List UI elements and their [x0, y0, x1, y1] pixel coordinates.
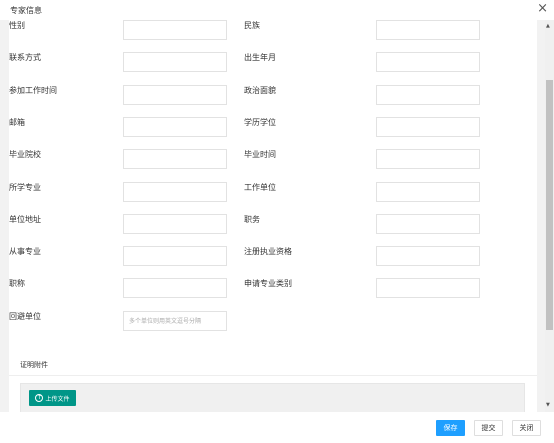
- field-label-box: 民族: [244, 20, 349, 40]
- scrollbar-thumb[interactable]: [546, 80, 553, 330]
- field-input[interactable]: [123, 20, 227, 40]
- attachments-section: 证明附件 ↑ 上传文件: [9, 347, 537, 412]
- attachments-title: 证明附件: [20, 361, 48, 369]
- expert-info-form: 性别联系方式参加工作时间邮箱毕业院校所学专业单位地址从事专业职称回避单位 民族出生…: [9, 20, 537, 360]
- field-input[interactable]: [123, 278, 227, 298]
- field-label: 出生年月: [244, 53, 276, 62]
- field-label-box: 邮箱: [9, 117, 114, 137]
- field-label-box: 申请专业类别: [244, 278, 349, 298]
- field-label: 联系方式: [9, 53, 41, 62]
- field-input[interactable]: [123, 182, 227, 202]
- field-input[interactable]: [376, 246, 480, 266]
- dialog-title: 专家信息: [10, 6, 42, 15]
- field-label: 性别: [9, 21, 25, 30]
- field-label-box: 毕业院校: [9, 149, 114, 169]
- dialog-titlebar: 专家信息 ×: [0, 0, 554, 20]
- field-label-box: 回避单位: [9, 311, 114, 331]
- field-label: 参加工作时间: [9, 86, 57, 95]
- field-input[interactable]: [376, 149, 480, 169]
- field-label: 职务: [244, 215, 260, 224]
- vertical-scrollbar[interactable]: ▲ ▼: [545, 20, 554, 412]
- field-input[interactable]: [376, 117, 480, 137]
- field-label-box: 注册执业资格: [244, 246, 349, 266]
- field-label: 职称: [9, 279, 25, 288]
- scroll-down-icon[interactable]: ▼: [546, 403, 550, 408]
- field-label: 毕业院校: [9, 150, 41, 159]
- upload-arrow-icon: ↑: [35, 394, 44, 402]
- field-input[interactable]: [123, 85, 227, 105]
- field-input[interactable]: [376, 182, 480, 202]
- field-input[interactable]: [376, 52, 480, 72]
- field-label-box: 性别: [9, 20, 114, 40]
- field-label-box: 所学专业: [9, 182, 114, 202]
- field-label: 注册执业资格: [244, 247, 292, 256]
- field-label-box: 单位地址: [9, 214, 114, 234]
- field-input[interactable]: [123, 246, 227, 266]
- scroll-up-icon[interactable]: ▲: [546, 24, 550, 29]
- close-icon[interactable]: ×: [537, 1, 548, 17]
- field-label-box: 政治面貌: [244, 85, 349, 105]
- section-divider: [9, 375, 537, 376]
- field-input[interactable]: [123, 214, 227, 234]
- field-label: 学历学位: [244, 118, 276, 127]
- field-label-box: 职务: [244, 214, 349, 234]
- save-button[interactable]: 保存: [436, 420, 465, 436]
- field-label-box: 参加工作时间: [9, 85, 114, 105]
- upload-button-label: 上传文件: [45, 395, 70, 403]
- dialog-content: 性别联系方式参加工作时间邮箱毕业院校所学专业单位地址从事专业职称回避单位 民族出生…: [0, 20, 545, 412]
- field-input[interactable]: [123, 117, 227, 137]
- field-input[interactable]: [376, 85, 480, 105]
- field-label: 毕业时间: [244, 150, 276, 159]
- field-label: 政治面貌: [244, 86, 276, 95]
- upload-file-button[interactable]: ↑ 上传文件: [29, 390, 76, 406]
- field-label: 回避单位: [9, 312, 41, 321]
- field-input[interactable]: [376, 20, 480, 40]
- field-input[interactable]: [123, 52, 227, 72]
- field-input[interactable]: [123, 149, 227, 169]
- field-input[interactable]: [376, 214, 480, 234]
- field-label-box: 工作单位: [244, 182, 349, 202]
- submit-button[interactable]: 提交: [474, 420, 503, 436]
- field-label-box: 毕业时间: [244, 149, 349, 169]
- field-label-box: 职称: [9, 278, 114, 298]
- field-label-box: 联系方式: [9, 52, 114, 72]
- field-label-box: 学历学位: [244, 117, 349, 137]
- close-button[interactable]: 关闭: [512, 420, 541, 436]
- field-label: 从事专业: [9, 247, 41, 256]
- field-label: 单位地址: [9, 215, 41, 224]
- field-label-box: 从事专业: [9, 246, 114, 266]
- field-input[interactable]: [123, 311, 227, 331]
- upload-area: ↑ 上传文件: [20, 383, 525, 412]
- dialog-footer: 保存 提交 关闭: [0, 412, 554, 443]
- field-label: 邮箱: [9, 118, 25, 127]
- field-label: 工作单位: [244, 183, 276, 192]
- field-label: 民族: [244, 21, 260, 30]
- field-label: 所学专业: [9, 183, 41, 192]
- field-input[interactable]: [376, 278, 480, 298]
- field-label: 申请专业类别: [244, 279, 292, 288]
- field-label-box: 出生年月: [244, 52, 349, 72]
